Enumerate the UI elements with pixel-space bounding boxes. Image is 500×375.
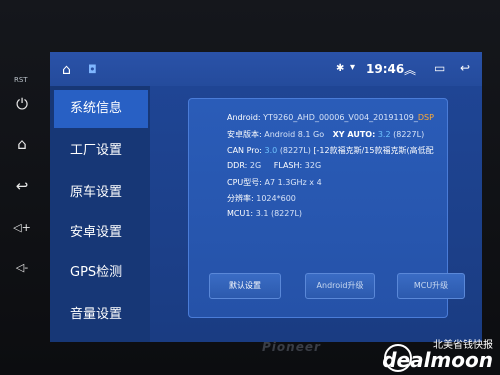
head-unit-bezel: RST ⏻ ⌂ ↩ ◁+ ◁- ⌂ ◘ ✱ ▾ 19:46 ︽ ▭ ↩ 系统信息… [0,0,500,375]
home-icon[interactable]: ⌂ [6,132,38,156]
resolution-row: 分辨率: 1024*600 [227,193,296,204]
back-icon[interactable]: ↩ [460,61,470,75]
android-build-row: Android: YT9260_AHD_00006_V004_20191109_… [227,113,434,122]
android-version-row: 安卓版本: Android 8.1 Go XY AUTO: 3.2 (8227L… [227,129,424,140]
default-settings-button[interactable]: 默认设置 [209,273,281,299]
android-version-value: Android 8.1 Go [264,130,325,139]
cpu-row: CPU型号: A7 1.3GHz x 4 [227,177,322,188]
mcu-suffix: (8227L) [270,209,303,218]
system-info-panel: Android: YT9260_AHD_00006_V004_20191109_… [188,98,465,318]
mcu-upgrade-button[interactable]: MCU升级 [397,273,465,299]
android-upgrade-button[interactable]: Android升级 [305,273,375,299]
settings-sidebar: 系统信息 工厂设置 原车设置 安卓设置 GPS检测 音量设置 [50,86,150,342]
xy-auto-label: XY AUTO: [332,130,376,139]
memory-row: DDR: 2G FLASH: 32G [227,161,321,170]
can-label: CAN Pro: [227,146,262,155]
can-value: 3.0 [264,146,278,155]
can-row: CAN Pro: 3.0 (8227L) [-12款福克斯/15款福克斯(高低配 [227,145,434,156]
flash-value: 32G [304,161,322,170]
android-version-label: 安卓版本: [227,130,262,139]
signal-icon: ▾ [350,62,356,73]
flash-label: FLASH: [273,161,303,170]
brand-logo: Pioneer [262,340,321,354]
sidebar-item-original-car-settings[interactable]: 原车设置 [54,174,148,212]
cpu-value: A7 1.3GHz x 4 [264,178,322,187]
resolution-label: 分辨率: [227,194,254,203]
sidebar-item-android-settings[interactable]: 安卓设置 [54,214,148,252]
back-icon[interactable]: ↩ [6,174,38,198]
cpu-label: CPU型号: [227,178,262,187]
collapse-icon[interactable]: ︽ [404,61,416,78]
hardware-buttons: ⏻ ⌂ ↩ ◁+ ◁- [0,40,50,340]
app-icon[interactable]: ◘ [88,63,97,76]
sidebar-item-volume-settings[interactable]: 音量设置 [54,296,148,334]
volume-up-icon[interactable]: ◁+ [6,216,38,240]
power-icon[interactable]: ⏻ [6,92,38,116]
can-suffix: (8227L) [279,146,311,155]
watermark: 北美省钱快报 dealmoon [382,336,497,374]
xy-auto-suffix: (8227L) [393,130,425,139]
status-bar: ⌂ ◘ ✱ ▾ 19:46 ︽ ▭ ↩ [50,52,482,86]
android-label: Android: [227,113,261,122]
sidebar-item-system-info[interactable]: 系统信息 [54,90,148,128]
mcu-label: MCU1: [227,209,254,218]
mcu-value: 3.1 [255,209,269,218]
volume-down-icon[interactable]: ◁- [6,256,38,280]
android-build-value: YT9260_AHD_00006_V004_20191109_ [263,113,418,122]
resolution-value: 1024*600 [256,194,296,203]
sidebar-item-gps-test[interactable]: GPS检测 [54,254,148,292]
recent-apps-icon[interactable]: ▭ [434,61,445,75]
sidebar-item-factory-settings[interactable]: 工厂设置 [54,132,148,170]
home-icon[interactable]: ⌂ [62,62,71,78]
mcu-row: MCU1: 3.1 (8227L) [227,209,302,218]
screen: ⌂ ◘ ✱ ▾ 19:46 ︽ ▭ ↩ 系统信息 工厂设置 原车设置 安卓设置 … [50,52,482,342]
ddr-label: DDR: [227,161,248,170]
ddr-value: 2G [249,161,262,170]
android-build-suffix: DSP [417,113,434,122]
watermark-en: dealmoon [382,348,493,372]
xy-auto-value: 3.2 [377,130,391,139]
bluetooth-icon: ✱ [336,63,345,74]
can-model: [-12款福克斯/15款福克斯(高低配 [313,146,434,155]
clock: 19:46 [366,62,405,76]
content-area: Android: YT9260_AHD_00006_V004_20191109_… [150,86,482,342]
